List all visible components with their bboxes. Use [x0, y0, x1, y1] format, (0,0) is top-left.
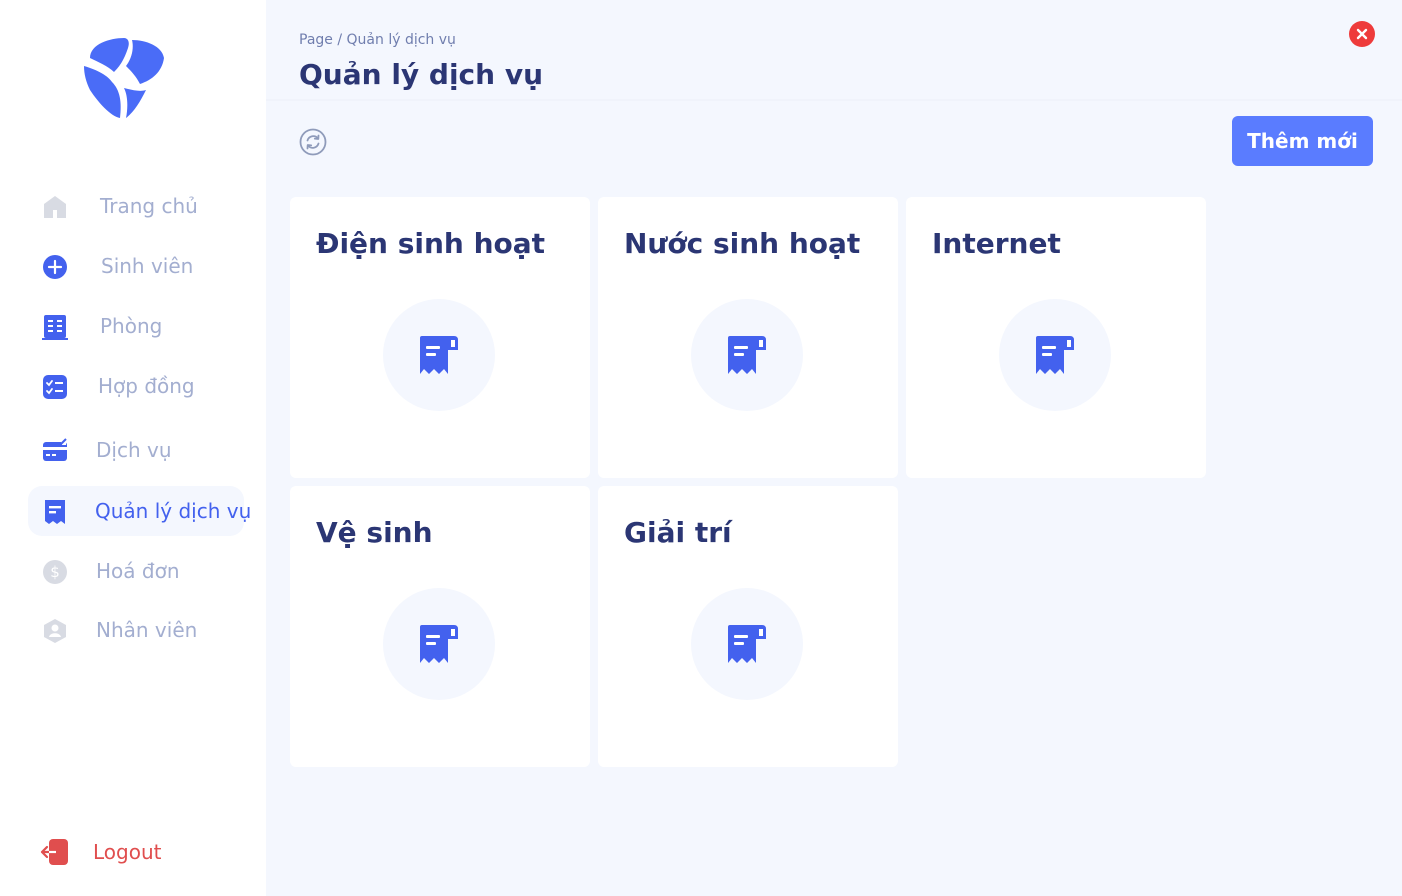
sidebar-item-trang-chu[interactable]: Trang chủ: [28, 181, 244, 231]
receipt-icon: [728, 336, 766, 374]
sidebar-item-hop-dong[interactable]: Hợp đồng: [28, 361, 244, 411]
receipt-icon: [45, 500, 65, 524]
receipt-icon: [420, 625, 458, 663]
service-icon-circle: [383, 588, 495, 700]
service-card[interactable]: Vệ sinh: [290, 486, 590, 767]
logout-label: Logout: [93, 840, 162, 864]
sidebar-item-hoa-don[interactable]: $ Hoá đơn: [28, 546, 244, 596]
breadcrumb: Page / Quản lý dịch vụ: [299, 32, 456, 48]
service-icon-circle: [999, 299, 1111, 411]
breadcrumb-current: Quản lý dịch vụ: [346, 32, 456, 48]
service-card-title: Internet: [932, 227, 1061, 260]
service-card[interactable]: Điện sinh hoạt: [290, 197, 590, 478]
sidebar-item-label: Nhân viên: [96, 618, 198, 642]
service-card-title: Giải trí: [624, 516, 732, 549]
receipt-icon: [728, 625, 766, 663]
service-icon-circle: [691, 588, 803, 700]
dollar-icon: $: [43, 560, 67, 584]
sidebar-item-label: Phòng: [100, 314, 163, 338]
service-card[interactable]: Nước sinh hoạt: [598, 197, 898, 478]
sidebar-item-label: Sinh viên: [101, 254, 194, 278]
add-new-button[interactable]: Thêm mới: [1232, 116, 1373, 166]
logout-icon: [40, 839, 68, 865]
logout-button[interactable]: Logout: [40, 836, 190, 870]
sidebar-item-label: Hoá đơn: [96, 559, 180, 583]
refresh-icon[interactable]: [299, 128, 327, 156]
close-button[interactable]: [1349, 21, 1375, 47]
sidebar-item-sinh-vien[interactable]: Sinh viên: [28, 241, 244, 291]
service-card-title: Nước sinh hoạt: [624, 227, 861, 260]
card-edit-icon: [43, 438, 67, 461]
breadcrumb-root[interactable]: Page: [299, 32, 333, 48]
receipt-icon: [1036, 336, 1074, 374]
sidebar-item-label: Trang chủ: [100, 194, 198, 218]
building-icon: [42, 315, 68, 340]
service-icon-circle: [691, 299, 803, 411]
sidebar-item-dich-vu[interactable]: Dịch vụ: [28, 425, 244, 475]
checklist-icon: [43, 375, 67, 399]
page-title: Quản lý dịch vụ: [299, 58, 544, 91]
brand-logo-icon: [84, 38, 164, 118]
svg-text:$: $: [50, 563, 60, 581]
page-header: Page / Quản lý dịch vụ Quản lý dịch vụ: [266, 0, 1402, 100]
sidebar-item-nhan-vien[interactable]: Nhân viên: [28, 605, 244, 655]
user-icon: [44, 619, 66, 643]
plus-circle-icon: [43, 255, 67, 279]
breadcrumb-separator: /: [337, 32, 343, 48]
service-card[interactable]: Giải trí: [598, 486, 898, 767]
sidebar-item-label: Dịch vụ: [96, 438, 172, 462]
home-icon: [44, 196, 66, 218]
sidebar-item-label: Hợp đồng: [98, 374, 195, 398]
service-card-title: Vệ sinh: [316, 516, 433, 549]
receipt-icon: [420, 336, 458, 374]
service-card[interactable]: Internet: [906, 197, 1206, 478]
close-icon: [1356, 28, 1368, 40]
service-card-title: Điện sinh hoạt: [316, 227, 546, 260]
sidebar-item-phong[interactable]: Phòng: [28, 301, 244, 351]
sidebar-item-quan-ly-dich-vu[interactable]: Quản lý dịch vụ: [28, 486, 251, 536]
app-window: Trang chủ Sinh viên Phòng Hợp đồng Dịch …: [0, 0, 1402, 896]
header-divider: [266, 99, 1402, 101]
service-icon-circle: [383, 299, 495, 411]
sidebar: Trang chủ Sinh viên Phòng Hợp đồng Dịch …: [0, 0, 266, 896]
sidebar-item-label: Quản lý dịch vụ: [95, 499, 252, 523]
